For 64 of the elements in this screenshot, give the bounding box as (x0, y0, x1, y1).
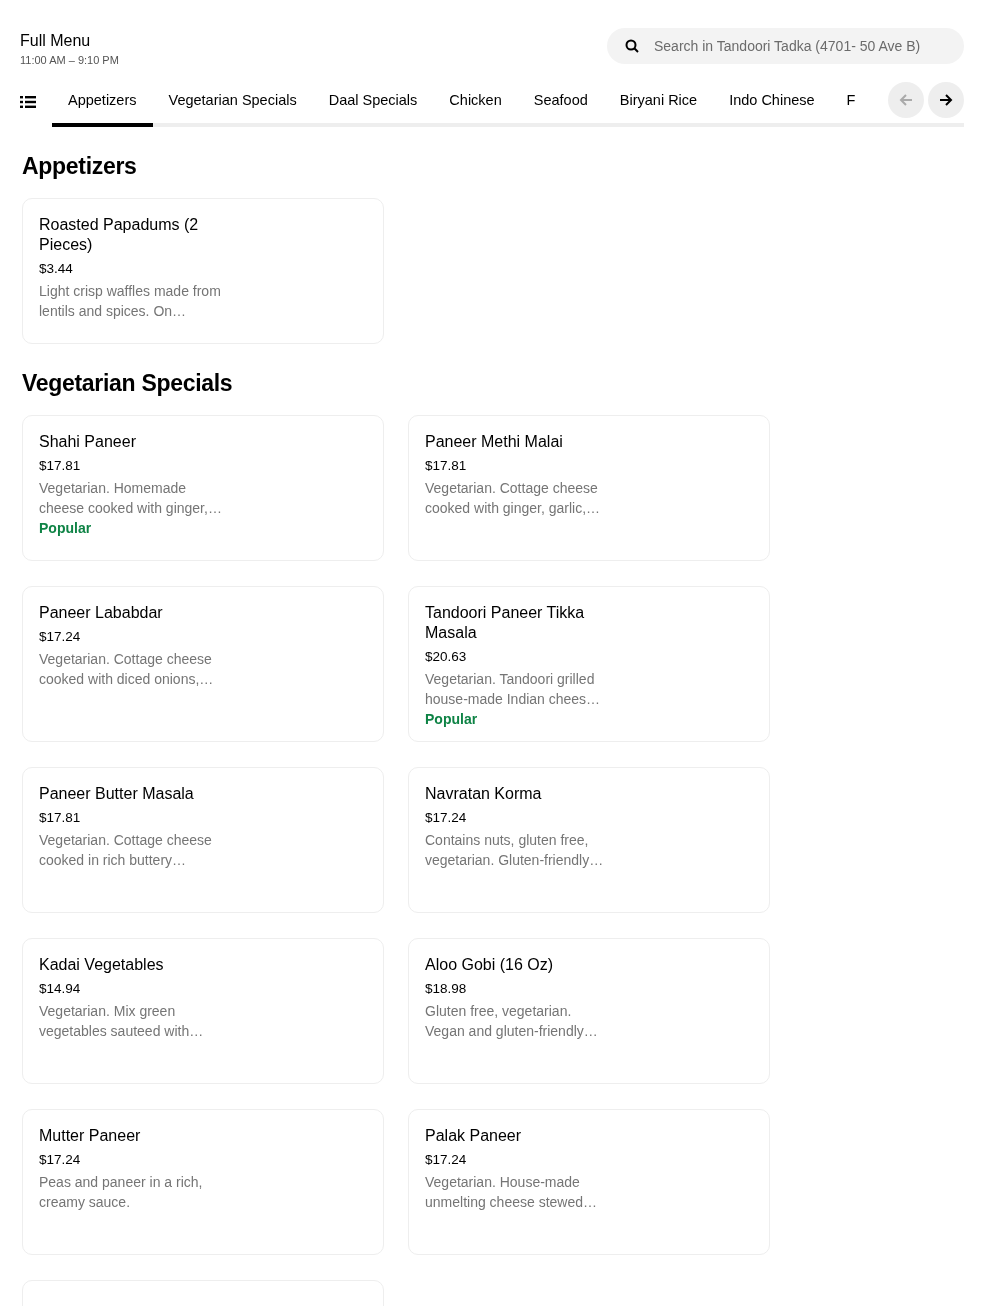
item-price: $17.81 (425, 458, 468, 473)
popular-label: Popular (39, 520, 93, 536)
menu-item-card[interactable]: Aloo Gobi (16 Oz) $18.98 Gluten free, vegetarian. Vegan and gluten-friendly… (408, 938, 770, 1084)
search-field[interactable]: Search in Tandoori Tadka (4701- 50 Ave B) (607, 28, 964, 64)
item-price: $17.24 (425, 810, 468, 825)
arrow-left-icon (898, 92, 914, 108)
item-description: Vegetarian. Tandoori grilled house-made Indian chees… (425, 670, 602, 709)
item-name: Tandoori Paneer Tikka Masala (425, 603, 586, 643)
item-description: Vegetarian. Mix green vegetables sauteed with… (39, 1002, 205, 1041)
arrow-right-icon (938, 92, 954, 108)
item-name: Navratan Korma (425, 784, 543, 804)
item-price: $17.81 (39, 810, 82, 825)
item-name: Paneer Lababdar (39, 603, 164, 623)
item-description: Light crisp waffles made from lentils and spices. On… (39, 282, 222, 321)
menu-item-card[interactable]: Roasted Papadums (2 Pieces) $3.44 Light crisp waffles made from lentils and spices. On… (22, 198, 384, 344)
item-price: $17.24 (39, 1152, 82, 1167)
item-name: Aloo Gobi (16 Oz) (425, 955, 555, 975)
item-price: $14.94 (39, 981, 82, 996)
item-name: Shahi Paneer (39, 432, 137, 452)
popular-label: Popular (425, 711, 479, 727)
menu-title: Full Menu (20, 32, 92, 50)
item-description: Vegetarian. House-made unmelting cheese stewed… (425, 1173, 598, 1212)
item-description: Contains nuts, gluten free, vegetarian. Gluten-friendly… (425, 831, 605, 870)
item-price: $3.44 (39, 261, 74, 276)
category-tab[interactable]: Vegetarian Specials (152, 86, 313, 127)
item-name: Mutter Paneer (39, 1126, 142, 1146)
item-description: Vegetarian. Cottage cheese cooked with ginger, garlic,… (425, 479, 602, 518)
menu-item-card[interactable]: Palak Paneer $17.24 Vegetarian. House-made unmelting cheese stewed… (408, 1109, 770, 1255)
search-icon (625, 39, 639, 53)
item-price: $17.24 (425, 1152, 468, 1167)
menu-item-card[interactable]: Mutter Paneer $17.24 Peas and paneer in a rich, creamy sauce. (22, 1109, 384, 1255)
item-description: Vegetarian. Cottage cheese cooked with diced onions,… (39, 650, 215, 689)
item-price: $18.98 (425, 981, 468, 996)
menu-item-card[interactable]: Paneer Methi Malai $17.81 Vegetarian. Cottage cheese cooked with ginger, garlic,… (408, 415, 770, 561)
item-name: Palak Paneer (425, 1126, 523, 1146)
menu-item-card[interactable]: Navratan Korma $17.24 Contains nuts, gluten free, vegetarian. Gluten-friendly… (408, 767, 770, 913)
category-tab[interactable]: Biryani Rice (603, 86, 714, 127)
item-price: $17.24 (39, 629, 82, 644)
item-name: Paneer Methi Malai (425, 432, 564, 452)
category-tab[interactable]: Indo Chinese (713, 86, 831, 127)
section-heading: Appetizers (22, 153, 138, 180)
category-tab[interactable]: Chicken (433, 86, 518, 127)
category-tab[interactable]: Daal Specials (312, 86, 434, 127)
category-tab[interactable]: F (830, 86, 872, 127)
item-description: Vegetarian. Cottage cheese cooked in rich buttery… (39, 831, 213, 870)
menu-item-card[interactable]: Tandoori Paneer Tikka Masala $20.63 Vegetarian. Tandoori grilled house-made Indian chees… Popular (408, 586, 770, 742)
section-heading: Vegetarian Specials (22, 370, 234, 397)
item-description: Vegetarian. Homemade cheese cooked with ginger,… (39, 479, 223, 518)
opening-hours: 11:00 AM – 9:10 PM (20, 54, 119, 66)
category-tab[interactable]: Seafood (517, 86, 604, 127)
item-description: Gluten free, vegetarian. Vegan and gluten-friendly… (425, 1002, 599, 1041)
item-name: Paneer Butter Masala (39, 784, 195, 804)
item-price: $20.63 (425, 649, 468, 664)
menu-item-card[interactable]: Paneer Butter Masala $17.81 Vegetarian. Cottage cheese cooked in rich buttery… (22, 767, 384, 913)
menu-item-card[interactable]: Shahi Paneer $17.81 Vegetarian. Homemade cheese cooked with ginger,… Popular (22, 415, 384, 561)
item-name: Roasted Papadums (2 Pieces) (39, 215, 200, 255)
item-name: Kadai Vegetables (39, 955, 165, 975)
menu-item-card[interactable]: Kadai Vegetables $14.94 Vegetarian. Mix green vegetables sauteed with… (22, 938, 384, 1084)
scroll-right-button[interactable] (928, 82, 964, 118)
category-tab[interactable]: Appetizers (52, 86, 153, 127)
list-icon[interactable] (20, 95, 36, 109)
menu-item-card[interactable]: Paneer Lababdar $17.24 Vegetarian. Cottage cheese cooked with diced onions,… (22, 586, 384, 742)
item-price: $17.81 (39, 458, 82, 473)
item-description: Peas and paneer in a rich, creamy sauce. (39, 1173, 204, 1212)
